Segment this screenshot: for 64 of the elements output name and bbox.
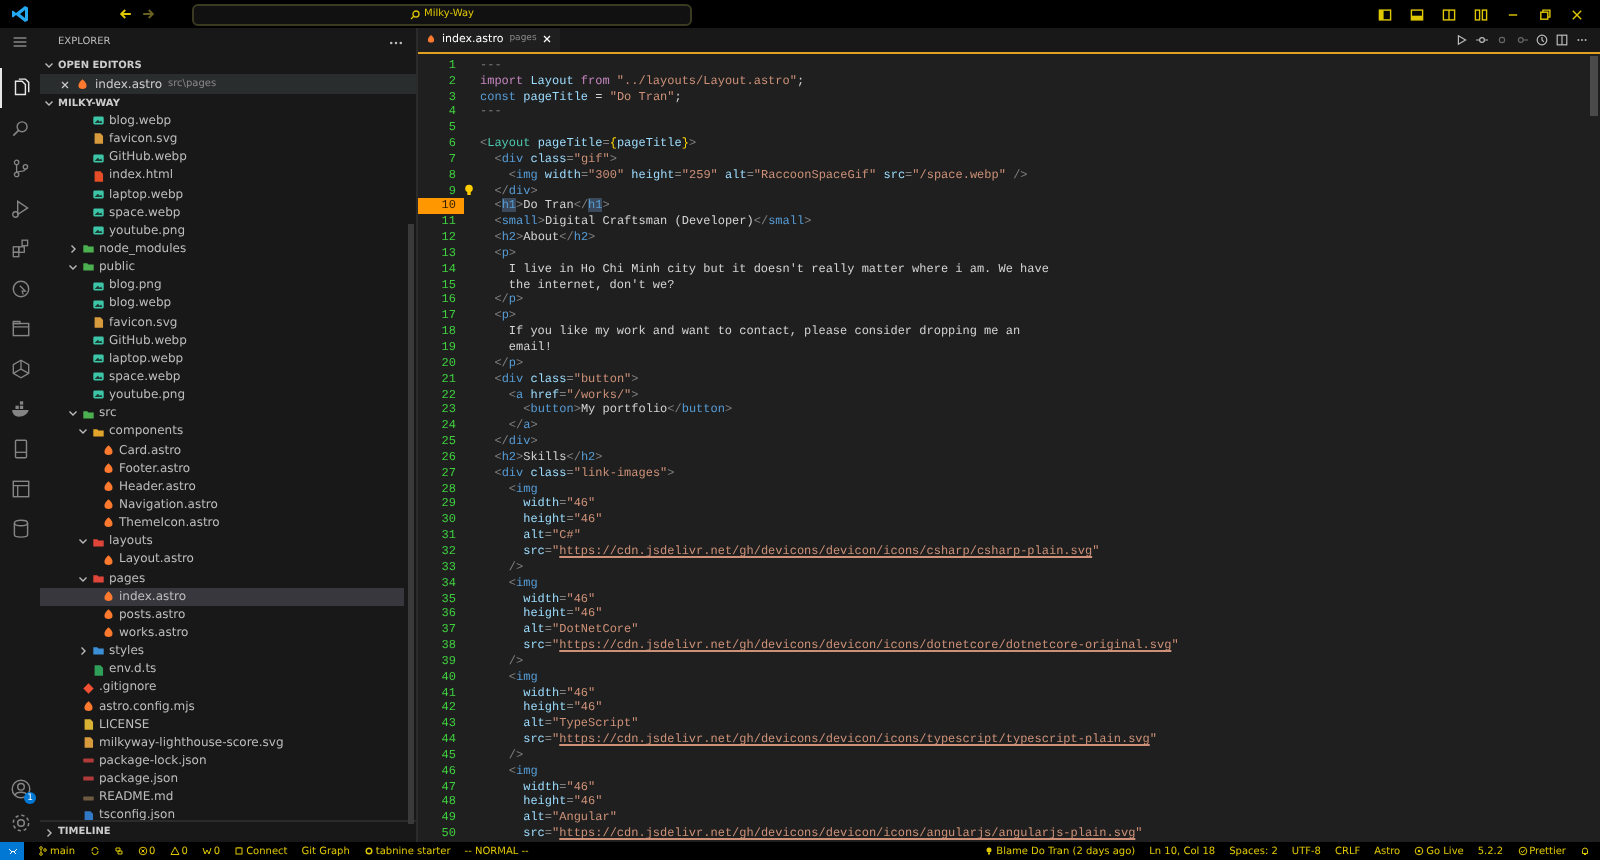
folder-icon <box>92 571 105 585</box>
restore-icon[interactable] <box>1538 7 1552 21</box>
folder-icon <box>92 535 105 549</box>
image-icon <box>92 224 105 238</box>
logo-icon <box>10 4 30 24</box>
flame-icon <box>76 77 89 91</box>
branch-icon <box>38 846 48 856</box>
file-icon <box>92 663 105 677</box>
warning-icon <box>169 846 180 856</box>
folder-icon <box>92 644 105 658</box>
settings-icon[interactable] <box>9 812 31 834</box>
chevron-icon <box>44 60 54 70</box>
chevron-icon <box>44 827 54 837</box>
split-editor-icon[interactable] <box>1556 33 1568 46</box>
panel-layout-icon[interactable] <box>1410 7 1424 21</box>
image-icon <box>92 279 105 293</box>
check-circle-icon <box>1517 846 1528 856</box>
error-icon <box>137 846 147 856</box>
history-icon[interactable] <box>1536 33 1548 46</box>
diamond-icon <box>82 681 95 695</box>
image-icon <box>92 297 105 311</box>
chevron-icon <box>78 536 88 547</box>
image-icon <box>92 206 105 220</box>
back-arrow-icon[interactable] <box>118 6 134 22</box>
lightbulb-icon <box>984 846 995 856</box>
search-icon <box>410 9 421 19</box>
plug-icon <box>234 846 245 856</box>
forward-arrow-icon[interactable] <box>140 6 156 22</box>
file-icon <box>92 132 105 146</box>
menu-icon[interactable] <box>12 34 28 50</box>
stack-icon[interactable] <box>113 846 123 856</box>
file-icon <box>92 169 105 183</box>
image-icon <box>92 370 105 384</box>
broadcast-icon <box>1414 846 1425 856</box>
image-icon <box>92 352 105 366</box>
sync-icon[interactable] <box>89 846 99 856</box>
lightbulb-icon[interactable] <box>464 184 474 197</box>
image-icon <box>92 114 105 128</box>
bell-icon[interactable] <box>1580 846 1590 856</box>
circle-icon[interactable] <box>1496 33 1508 46</box>
chevron-icon <box>44 98 54 108</box>
more-icon[interactable] <box>388 39 404 45</box>
image-icon <box>92 388 105 402</box>
remote-icon <box>7 846 17 856</box>
flame-icon <box>102 553 115 567</box>
compare-icon[interactable] <box>1476 33 1488 46</box>
flame-icon <box>82 699 95 713</box>
flame-icon <box>426 34 436 45</box>
chevron-icon <box>78 573 88 584</box>
remote-button[interactable] <box>0 842 24 860</box>
image-icon <box>92 334 105 347</box>
image-icon <box>92 151 105 165</box>
gear-icon <box>363 846 374 856</box>
chevron-icon <box>78 646 88 657</box>
scrollbar[interactable] <box>1590 56 1598 116</box>
file-icon <box>92 315 105 329</box>
sidebar-layout-icon[interactable] <box>1378 7 1392 21</box>
account-icon[interactable] <box>9 777 31 799</box>
close-icon[interactable] <box>1570 7 1584 21</box>
close-icon[interactable] <box>60 79 70 89</box>
split-layout-icon[interactable] <box>1442 7 1456 21</box>
play-icon[interactable] <box>1456 33 1468 46</box>
custom-layout-icon[interactable] <box>1474 7 1488 21</box>
image-icon <box>92 187 105 201</box>
